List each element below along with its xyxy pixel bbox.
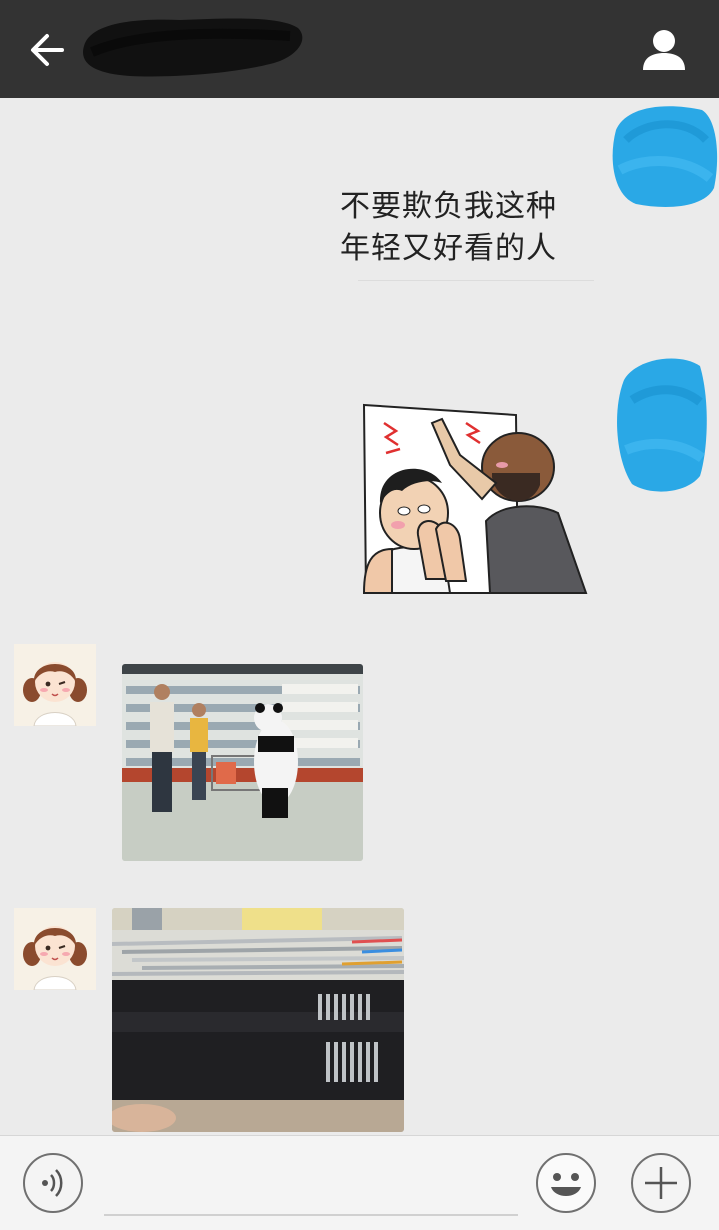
girl-avatar-icon xyxy=(14,908,96,990)
sticker-text-line: 年轻又好看的人 xyxy=(340,231,557,266)
contact-avatar[interactable] xyxy=(14,908,96,990)
redacted-chat-title xyxy=(70,6,310,86)
contact-avatar[interactable] xyxy=(14,644,96,726)
self-avatar-redacted xyxy=(610,350,710,496)
sticker-text-line: 不要欺负我这种 xyxy=(340,189,557,224)
supermarket-photo[interactable] xyxy=(122,664,363,861)
person-icon xyxy=(643,30,685,70)
divider xyxy=(358,280,594,281)
plus-icon xyxy=(645,1167,677,1199)
back-button[interactable] xyxy=(28,30,68,70)
sticker-text-message[interactable]: 不要欺负我这种 年轻又好看的人 xyxy=(340,186,600,270)
smiley-icon xyxy=(551,1173,581,1196)
self-avatar-redacted xyxy=(606,100,719,210)
chat-area[interactable]: 不要欺负我这种 年轻又好看的人 xyxy=(0,98,719,1135)
top-bar xyxy=(0,0,719,98)
emoji-button[interactable] xyxy=(536,1153,596,1213)
girl-avatar-icon xyxy=(14,644,96,726)
voice-icon xyxy=(42,1169,63,1197)
voice-button[interactable] xyxy=(23,1153,83,1213)
comic-sticker-image[interactable] xyxy=(362,403,590,595)
pencils-photo[interactable] xyxy=(112,908,404,1132)
more-button[interactable] xyxy=(631,1153,691,1213)
message-input[interactable] xyxy=(104,1214,518,1216)
input-bar xyxy=(0,1135,719,1230)
profile-button[interactable] xyxy=(639,24,689,74)
arrow-left-icon xyxy=(31,34,64,66)
